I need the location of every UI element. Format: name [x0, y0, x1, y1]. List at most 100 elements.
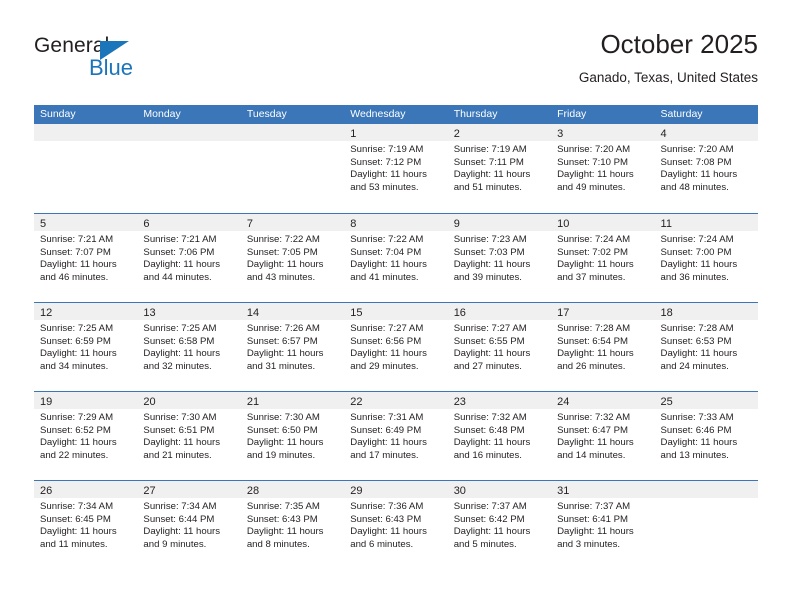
sunrise-time: Sunrise: 7:32 AM [453, 412, 527, 423]
calendar-day-cell[interactable]: 1 Sunrise: 7:19 AM Sunset: 7:12 PM Daylight… [344, 124, 448, 213]
calendar-day-cell[interactable]: 7 Sunrise: 7:22 AM Sunset: 7:05 PM Daylight… [240, 214, 345, 302]
calendar-day-cell[interactable]: 24 Sunrise: 7:32 AM Sunset: 6:47 PM Dayligh… [551, 392, 655, 480]
sunset-time: Sunset: 6:48 PM [453, 424, 525, 436]
weekday-header-sunday: Sunday [40, 108, 76, 120]
day-number: 17 [557, 307, 570, 319]
sunrise-time: Sunrise: 7:36 AM [350, 501, 424, 512]
sunrise-time: Sunrise: 7:20 AM [557, 144, 631, 155]
day-number-area: 18 [654, 303, 758, 320]
calendar-day-cell[interactable]: 19 Sunrise: 7:29 AM Sunset: 6:52 PM Dayligh… [34, 392, 138, 480]
daylight-duration: Daylight: 11 hours and 39 minutes. [453, 259, 531, 283]
daylight-duration: Daylight: 11 hours and 5 minutes. [453, 526, 531, 550]
daylight-duration: Daylight: 11 hours and 46 minutes. [40, 259, 117, 283]
calendar-day-cell[interactable]: 18 Sunrise: 7:28 AM Sunset: 6:53 PM Dayligh… [654, 303, 758, 391]
daylight-duration: Daylight: 11 hours and 21 minutes. [143, 437, 221, 461]
day-details: Sunrise: 7:33 AM Sunset: 6:46 PM Daylight:… [655, 409, 758, 462]
daylight-duration: Daylight: 11 hours and 49 minutes. [557, 169, 634, 193]
daylight-duration: Daylight: 11 hours and 3 minutes. [557, 526, 634, 550]
calendar-day-cell[interactable]: 25 Sunrise: 7:33 AM Sunset: 6:46 PM Dayligh… [654, 392, 758, 480]
day-number-area [654, 481, 758, 498]
calendar-day-cell[interactable]: 13 Sunrise: 7:25 AM Sunset: 6:58 PM Dayligh… [137, 303, 241, 391]
day-number-area: 23 [447, 392, 552, 409]
calendar-day-cell[interactable]: 16 Sunrise: 7:27 AM Sunset: 6:55 PM Dayligh… [447, 303, 552, 391]
calendar-day-cell[interactable]: 5 Sunrise: 7:21 AM Sunset: 7:07 PM Daylight… [34, 214, 138, 302]
calendar-day-cell-empty [137, 124, 241, 213]
daylight-duration: Daylight: 11 hours and 24 minutes. [660, 348, 738, 372]
sunset-time: Sunset: 7:03 PM [453, 246, 525, 258]
day-number: 14 [246, 307, 260, 319]
day-number: 21 [246, 396, 260, 408]
weekday-header-wednesday: Wednesday [350, 108, 406, 120]
calendar-day-cell[interactable]: 14 Sunrise: 7:26 AM Sunset: 6:57 PM Dayligh… [240, 303, 345, 391]
calendar-day-cell[interactable]: 2 Sunrise: 7:19 AM Sunset: 7:11 PM Daylight… [447, 124, 552, 213]
sunrise-time: Sunrise: 7:22 AM [350, 234, 424, 245]
calendar-day-cell[interactable]: 3 Sunrise: 7:20 AM Sunset: 7:10 PM Daylight… [551, 124, 655, 213]
daylight-duration: Daylight: 11 hours and 22 minutes. [40, 437, 117, 461]
calendar-day-cell-empty [654, 481, 758, 569]
calendar-day-cell[interactable]: 4 Sunrise: 7:20 AM Sunset: 7:08 PM Daylight… [654, 124, 758, 213]
sunset-time: Sunset: 7:02 PM [557, 246, 629, 258]
calendar-day-cell[interactable]: 8 Sunrise: 7:22 AM Sunset: 7:04 PM Daylight… [344, 214, 448, 302]
sunset-time: Sunset: 7:06 PM [143, 246, 215, 258]
sunset-time: Sunset: 7:04 PM [350, 246, 422, 258]
calendar-day-cell[interactable]: 22 Sunrise: 7:31 AM Sunset: 6:49 PM Dayligh… [344, 392, 448, 480]
sunrise-time: Sunrise: 7:19 AM [350, 144, 424, 155]
day-number-area: 28 [240, 481, 345, 498]
calendar-day-cell[interactable]: 17 Sunrise: 7:28 AM Sunset: 6:54 PM Dayligh… [551, 303, 655, 391]
daylight-duration: Daylight: 11 hours and 43 minutes. [246, 259, 324, 283]
sunrise-time: Sunrise: 7:34 AM [40, 501, 114, 512]
day-number-area: 1 [344, 124, 448, 141]
day-number: 15 [350, 307, 363, 319]
calendar-day-cell[interactable]: 15 Sunrise: 7:27 AM Sunset: 6:56 PM Dayligh… [344, 303, 448, 391]
general-blue-logo[interactable]: General Blue [34, 34, 184, 90]
calendar-day-cell[interactable]: 10 Sunrise: 7:24 AM Sunset: 7:02 PM Dayligh… [551, 214, 655, 302]
day-details: Sunrise: 7:23 AM Sunset: 7:03 PM Daylight:… [448, 231, 551, 284]
calendar-day-cell[interactable]: 28 Sunrise: 7:35 AM Sunset: 6:43 PM Dayligh… [240, 481, 345, 569]
sunrise-time: Sunrise: 7:25 AM [143, 323, 217, 334]
day-number: 29 [350, 485, 363, 497]
day-details: Sunrise: 7:20 AM Sunset: 7:08 PM Daylight:… [655, 141, 758, 194]
day-details: Sunrise: 7:34 AM Sunset: 6:45 PM Daylight:… [34, 498, 137, 551]
day-number-area: 20 [137, 392, 241, 409]
calendar-day-cell[interactable]: 11 Sunrise: 7:24 AM Sunset: 7:00 PM Dayligh… [654, 214, 758, 302]
daylight-duration: Daylight: 11 hours and 9 minutes. [143, 526, 221, 550]
day-number: 22 [350, 396, 363, 408]
day-number: 11 [660, 218, 672, 230]
sunset-time: Sunset: 6:56 PM [350, 335, 422, 347]
calendar-day-cell[interactable]: 23 Sunrise: 7:32 AM Sunset: 6:48 PM Dayligh… [447, 392, 552, 480]
day-number-area [240, 124, 345, 141]
calendar-day-cell[interactable]: 31 Sunrise: 7:37 AM Sunset: 6:41 PM Dayligh… [551, 481, 655, 569]
day-details: Sunrise: 7:28 AM Sunset: 6:54 PM Daylight:… [551, 320, 654, 373]
calendar-day-cell[interactable]: 12 Sunrise: 7:25 AM Sunset: 6:59 PM Dayligh… [34, 303, 138, 391]
daylight-duration: Daylight: 11 hours and 14 minutes. [557, 437, 634, 461]
sunset-time: Sunset: 6:45 PM [40, 513, 111, 525]
calendar-day-cell[interactable]: 26 Sunrise: 7:34 AM Sunset: 6:45 PM Dayligh… [34, 481, 138, 569]
day-number: 3 [557, 128, 564, 140]
sunrise-time: Sunrise: 7:33 AM [660, 412, 734, 423]
page-header: General Blue October 2025 Ganado, Texas,… [34, 28, 758, 100]
day-details: Sunrise: 7:32 AM Sunset: 6:47 PM Daylight:… [551, 409, 654, 462]
calendar-day-cell[interactable]: 21 Sunrise: 7:30 AM Sunset: 6:50 PM Dayligh… [240, 392, 345, 480]
calendar-day-cell[interactable]: 6 Sunrise: 7:21 AM Sunset: 7:06 PM Daylight… [137, 214, 241, 302]
day-number-area: 29 [344, 481, 448, 498]
sunrise-time: Sunrise: 7:21 AM [143, 234, 217, 245]
day-details: Sunrise: 7:29 AM Sunset: 6:52 PM Daylight:… [34, 409, 137, 462]
sunrise-time: Sunrise: 7:27 AM [453, 323, 527, 334]
sunset-time: Sunset: 6:43 PM [350, 513, 422, 525]
day-details: Sunrise: 7:34 AM Sunset: 6:44 PM Daylight:… [137, 498, 240, 551]
daylight-duration: Daylight: 11 hours and 34 minutes. [40, 348, 117, 372]
day-number-area: 31 [551, 481, 655, 498]
calendar-day-cell[interactable]: 27 Sunrise: 7:34 AM Sunset: 6:44 PM Dayligh… [137, 481, 241, 569]
calendar-day-cell[interactable]: 9 Sunrise: 7:23 AM Sunset: 7:03 PM Daylight… [447, 214, 552, 302]
day-number-area: 6 [137, 214, 241, 231]
calendar-day-cell[interactable]: 30 Sunrise: 7:37 AM Sunset: 6:42 PM Dayligh… [447, 481, 552, 569]
day-details: Sunrise: 7:26 AM Sunset: 6:57 PM Daylight:… [241, 320, 344, 373]
calendar-day-cell[interactable]: 20 Sunrise: 7:30 AM Sunset: 6:51 PM Dayligh… [137, 392, 241, 480]
sunset-time: Sunset: 6:53 PM [660, 335, 732, 347]
logo-text-blue: Blue [89, 55, 134, 80]
day-number-area [34, 124, 138, 141]
sunset-time: Sunset: 7:11 PM [453, 156, 524, 168]
calendar-day-cell[interactable]: 29 Sunrise: 7:36 AM Sunset: 6:43 PM Dayligh… [344, 481, 448, 569]
calendar-week-row: 5 Sunrise: 7:21 AM Sunset: 7:07 PM Daylight… [34, 213, 758, 302]
day-details: Sunrise: 7:36 AM Sunset: 6:43 PM Daylight:… [344, 498, 447, 551]
